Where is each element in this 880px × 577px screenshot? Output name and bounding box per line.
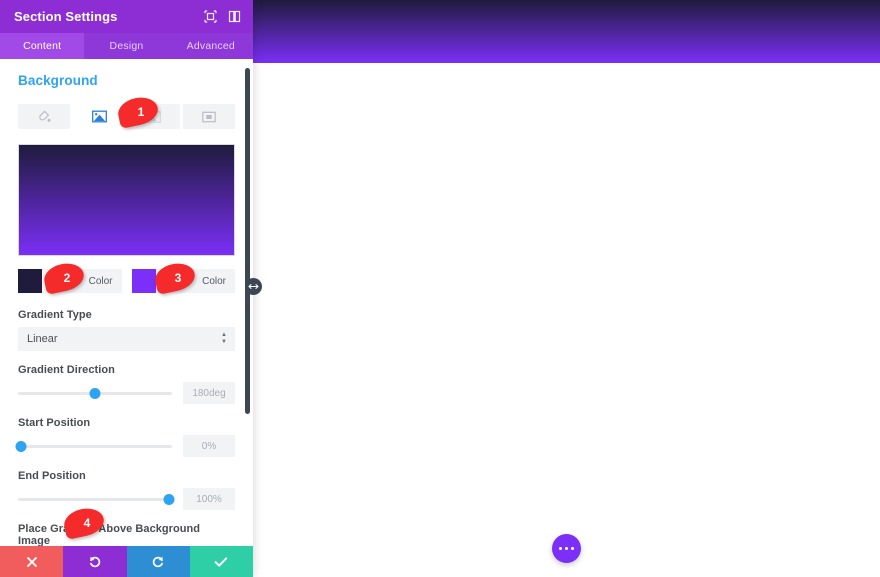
ellipsis-icon <box>564 546 569 551</box>
chevron-updown-icon: ▲ ▼ <box>221 332 227 345</box>
gradient-type-select[interactable]: Linear ▲ ▼ <box>18 327 235 351</box>
background-type-tabs <box>18 104 235 129</box>
color-stop-label: Color <box>202 275 226 287</box>
panel-tabs: Content Design Advanced <box>0 33 253 59</box>
panel-footer <box>0 546 253 577</box>
expand-view-icon[interactable] <box>202 8 219 25</box>
panel-resize-handle[interactable] <box>245 278 262 295</box>
end-position-label: End Position <box>18 470 86 482</box>
page-title: Section Settings <box>14 9 118 24</box>
gradient-type-field: Gradient Type Linear ▲ ▼ <box>18 309 235 351</box>
discard-button[interactable] <box>0 546 64 577</box>
undo-button[interactable] <box>63 546 127 577</box>
gradient-type-label: Gradient Type <box>18 309 92 321</box>
place-gradient-above-field: Place Gradient Above Background Image YE… <box>18 523 235 546</box>
gradient-preview <box>18 144 235 256</box>
gradient-direction-input[interactable]: 180deg <box>183 382 235 404</box>
undo-icon <box>89 556 101 567</box>
resize-horizontal-icon <box>248 284 259 289</box>
slider-knob[interactable] <box>15 440 27 452</box>
panel-scroll-area: Background Color Color Gradient Type Lin… <box>0 59 253 546</box>
slider-knob[interactable] <box>163 493 175 505</box>
end-position-input[interactable]: 100% <box>183 488 235 510</box>
gradient-direction-slider[interactable] <box>18 386 172 400</box>
background-section-heading: Background <box>18 73 98 88</box>
background-video-tab[interactable] <box>183 104 235 129</box>
section-settings-panel: Section Settings Content Design Advanced… <box>0 0 253 577</box>
check-icon <box>214 556 228 567</box>
start-position-input[interactable]: 0% <box>183 435 235 457</box>
ellipsis-icon <box>558 546 563 551</box>
slider-knob[interactable] <box>89 387 101 399</box>
start-position-label: Start Position <box>18 417 91 429</box>
gradient-color-stops: Color Color <box>18 269 235 293</box>
tab-advanced[interactable]: Advanced <box>169 33 253 59</box>
slider-track <box>18 444 172 448</box>
panel-scrollbar[interactable] <box>245 68 250 414</box>
color-swatch-start[interactable] <box>18 269 42 293</box>
tab-content[interactable]: Content <box>0 33 85 59</box>
color-swatch-end[interactable] <box>131 269 156 293</box>
background-gradient-tab[interactable] <box>73 104 125 129</box>
background-image-tab[interactable] <box>128 104 180 129</box>
end-position-field: End Position 100% <box>18 470 235 510</box>
gradient-direction-label: Gradient Direction <box>18 364 115 376</box>
panel-header: Section Settings <box>0 0 253 33</box>
layout-toggle-icon[interactable] <box>226 8 243 25</box>
end-position-slider[interactable] <box>18 492 175 506</box>
start-position-slider[interactable] <box>15 439 172 453</box>
redo-icon <box>152 556 164 567</box>
gradient-stop-2: Color <box>131 269 235 293</box>
page-settings-fab[interactable] <box>552 534 581 563</box>
place-gradient-above-label: Place Gradient Above Background Image <box>18 523 201 546</box>
save-button[interactable] <box>189 546 253 577</box>
slider-track <box>18 497 172 501</box>
ellipsis-icon <box>570 546 575 551</box>
tab-design[interactable]: Design <box>84 33 168 59</box>
gradient-stop-1: Color <box>18 269 122 293</box>
gradient-type-value: Linear <box>27 333 58 345</box>
close-icon <box>26 556 37 567</box>
gradient-direction-field: Gradient Direction 180deg <box>18 364 235 404</box>
start-position-field: Start Position 0% <box>15 417 235 457</box>
color-stop-label: Color <box>88 275 113 287</box>
redo-button[interactable] <box>126 546 190 577</box>
background-color-tab[interactable] <box>18 104 70 129</box>
